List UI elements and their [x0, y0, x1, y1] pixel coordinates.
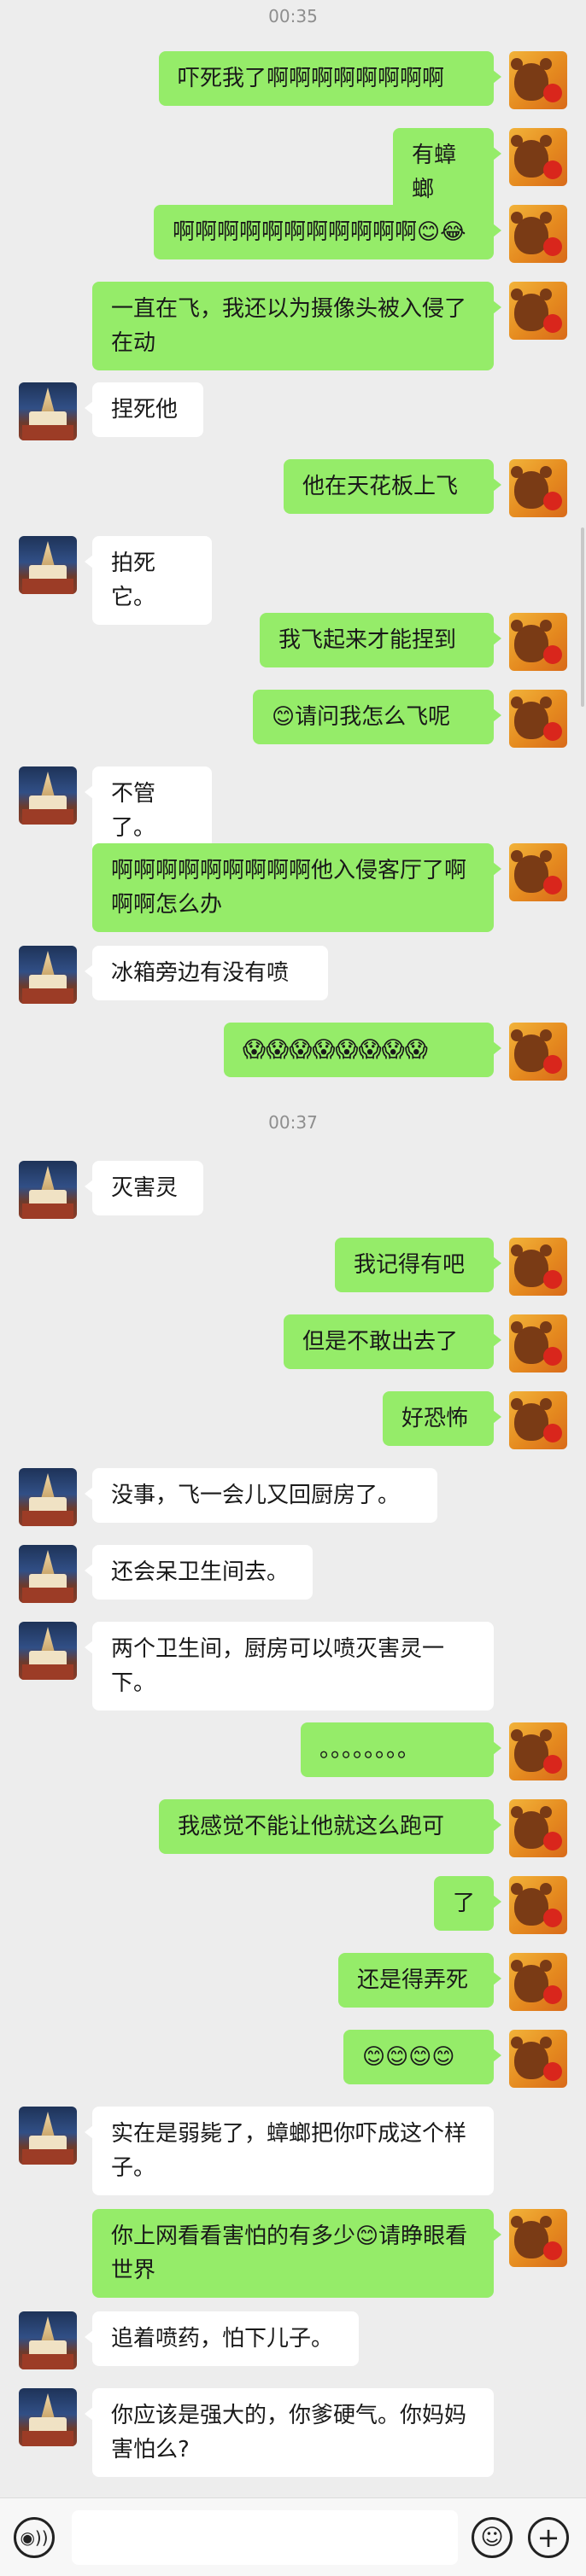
received-message-bubble[interactable]: 捏死他 [85, 382, 203, 437]
contact-avatar[interactable] [19, 946, 77, 1004]
sent-message-bubble[interactable]: 我飞起来才能捏到 [260, 613, 501, 667]
sent-message-bubble[interactable]: 好恐怖 [383, 1391, 501, 1446]
my-avatar[interactable] [509, 1953, 567, 2011]
received-message-bubble[interactable]: 还会呆卫生间去。 [85, 1545, 313, 1600]
sent-message-bubble[interactable]: 一直在飞，我还以为摄像头被入侵了在动 [92, 282, 501, 370]
sent-message-bubble[interactable]: 吓死我了啊啊啊啊啊啊啊啊 [159, 51, 501, 106]
received-message-bubble[interactable]: 灭害灵 [85, 1161, 203, 1215]
contact-avatar[interactable] [19, 1545, 77, 1603]
voice-icon: ◉)) [20, 2527, 49, 2548]
my-avatar[interactable] [509, 2030, 567, 2088]
sent-message-bubble[interactable]: 😊😊😊😊 [343, 2030, 501, 2084]
my-avatar[interactable] [509, 1876, 567, 1934]
sent-message-bubble[interactable]: 还是得弄死 [338, 1953, 501, 2008]
my-avatar[interactable] [509, 1314, 567, 1373]
my-avatar[interactable] [509, 1023, 567, 1081]
my-avatar[interactable] [509, 1722, 567, 1780]
emoji-icon: ☺ [480, 2525, 504, 2550]
received-message-bubble[interactable]: 没事，飞一会儿又回厨房了。 [85, 1468, 437, 1523]
contact-avatar[interactable] [19, 766, 77, 825]
contact-avatar[interactable] [19, 2388, 77, 2446]
voice-input-button[interactable]: ◉)) [14, 2517, 55, 2558]
sent-message-bubble[interactable]: 了 [434, 1876, 501, 1931]
my-avatar[interactable] [509, 1799, 567, 1857]
my-avatar[interactable] [509, 128, 567, 186]
contact-avatar[interactable] [19, 2107, 77, 2165]
received-message-bubble[interactable]: 不管了。 [85, 766, 212, 855]
received-message-bubble[interactable]: 追着喷药，怕下儿子。 [85, 2311, 359, 2366]
my-avatar[interactable] [509, 205, 567, 263]
sent-message-bubble[interactable]: 但是不敢出去了 [284, 1314, 501, 1369]
my-avatar[interactable] [509, 1391, 567, 1449]
message-input[interactable] [72, 2510, 458, 2565]
my-avatar[interactable] [509, 2209, 567, 2267]
sent-message-bubble[interactable]: 。。。。。。。。 [301, 1722, 501, 1777]
contact-avatar[interactable] [19, 382, 77, 440]
contact-avatar[interactable] [19, 536, 77, 594]
timestamp: 00:35 [268, 6, 318, 26]
chat-message-list[interactable]: 00:35 吓死我了啊啊啊啊啊啊啊啊有蟑螂 啊啊啊啊啊啊啊啊啊啊啊😊😂 一直在飞，我还… [0, 0, 586, 2497]
timestamp: 00:37 [268, 1112, 318, 1133]
received-message-bubble[interactable]: 两个卫生间，厨房可以喷灭害灵一下。 [85, 1622, 494, 1711]
sent-message-bubble[interactable]: 有蟑螂 [393, 128, 501, 217]
my-avatar[interactable] [509, 51, 567, 109]
sent-message-bubble[interactable]: 我记得有吧 [335, 1238, 501, 1292]
my-avatar[interactable] [509, 282, 567, 340]
contact-avatar[interactable] [19, 2311, 77, 2369]
received-message-bubble[interactable]: 拍死它。 [85, 536, 212, 625]
sent-message-bubble[interactable]: 你上网看看害怕的有多少😊请睁眼看世界 [92, 2209, 501, 2298]
contact-avatar[interactable] [19, 1468, 77, 1526]
my-avatar[interactable] [509, 843, 567, 901]
received-message-bubble[interactable]: 冰箱旁边有没有喷 [85, 946, 328, 1000]
scrollbar[interactable] [581, 527, 584, 707]
contact-avatar[interactable] [19, 1161, 77, 1219]
more-options-button[interactable]: + [528, 2517, 569, 2558]
sent-message-bubble[interactable]: 啊啊啊啊啊啊啊啊啊啊啊😊😂 [154, 205, 501, 259]
emoji-button[interactable]: ☺ [472, 2517, 513, 2558]
sent-message-bubble[interactable]: 他在天花板上飞 [284, 459, 501, 514]
contact-avatar[interactable] [19, 1622, 77, 1680]
chat-input-bar: ◉)) ☺ + [0, 2497, 586, 2576]
sent-message-bubble[interactable]: 啊啊啊啊啊啊啊啊啊他入侵客厅了啊啊啊怎么办 [92, 843, 501, 932]
my-avatar[interactable] [509, 459, 567, 517]
my-avatar[interactable] [509, 690, 567, 748]
received-message-bubble[interactable]: 你应该是强大的，你爹硬气。你妈妈害怕么? [85, 2388, 494, 2477]
sent-message-bubble[interactable]: 😱😱😱😱😱😱😱😱 [224, 1023, 501, 1077]
sent-message-bubble[interactable]: 我感觉不能让他就这么跑可 [159, 1799, 501, 1854]
received-message-bubble[interactable]: 实在是弱毙了，蟑螂把你吓成这个样子。 [85, 2107, 494, 2195]
sent-message-bubble[interactable]: 😊请问我怎么飞呢 [253, 690, 501, 744]
my-avatar[interactable] [509, 613, 567, 671]
my-avatar[interactable] [509, 1238, 567, 1296]
plus-icon: + [536, 2521, 560, 2554]
